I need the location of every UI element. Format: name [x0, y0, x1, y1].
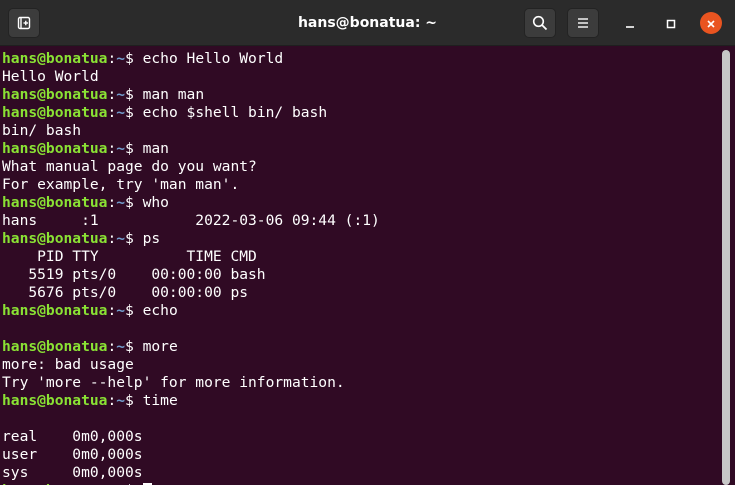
title-bar[interactable]: hans@bonatua: ~	[0, 0, 735, 46]
command-text: echo $shell bin/ bash	[142, 104, 328, 121]
prompt-symbol: $	[125, 194, 143, 211]
prompt-path: ~	[116, 338, 126, 355]
output-line: For example, try 'man man'.	[2, 176, 240, 193]
prompt-colon: :	[107, 104, 117, 121]
command-text: man man	[142, 86, 205, 103]
output-line: What manual page do you want?	[2, 158, 257, 175]
output-line: PID TTY TIME CMD	[2, 248, 257, 265]
command-line: hans@bonatua:~$ echo $shell bin/ bash	[2, 104, 718, 122]
prompt-path: ~	[116, 392, 126, 409]
output-line: real 0m0,000s	[2, 428, 143, 445]
command-line: hans@bonatua:~$ ps	[2, 230, 718, 248]
output-line: more: bad usage	[2, 356, 134, 373]
command-line: hans@bonatua:~$ echo	[2, 302, 718, 320]
command-text: more	[142, 338, 178, 355]
prompt-symbol: $	[125, 140, 143, 157]
command-line: hans@bonatua:~$ time	[2, 392, 718, 410]
output-line: hans :1 2022-03-06 09:44 (:1)	[2, 212, 380, 229]
search-button[interactable]	[524, 8, 556, 38]
prompt-path: ~	[116, 86, 126, 103]
output-line: sys 0m0,000s	[2, 464, 143, 481]
prompt-symbol: $	[125, 392, 143, 409]
command-text: echo Hello World	[142, 50, 284, 67]
scrollbar-thumb[interactable]	[722, 50, 730, 485]
maximize-button[interactable]	[660, 12, 682, 34]
command-text: echo	[142, 302, 178, 319]
command-text: time	[142, 392, 178, 409]
command-line: hans@bonatua:~$ man man	[2, 86, 718, 104]
command-line: hans@bonatua:~$ who	[2, 194, 718, 212]
prompt-user-host: hans@bonatua	[2, 338, 108, 355]
prompt-path: ~	[116, 104, 126, 121]
prompt-symbol: $	[125, 230, 143, 247]
output-line: 5519 pts/0 00:00:00 bash	[2, 266, 266, 283]
prompt-user-host: hans@bonatua	[2, 302, 108, 319]
prompt-path: ~	[116, 230, 126, 247]
prompt-colon: :	[107, 50, 117, 67]
prompt-user-host: hans@bonatua	[2, 194, 108, 211]
output-line: Hello World	[2, 68, 99, 85]
terminal-window: hans@bonatua: ~ hans@bonatua:~$ echo Hel…	[0, 0, 735, 485]
command-text: who	[142, 194, 169, 211]
prompt-colon: :	[107, 230, 117, 247]
menu-button[interactable]	[567, 8, 599, 38]
prompt-user-host: hans@bonatua	[2, 392, 108, 409]
prompt-user-host: hans@bonatua	[2, 230, 108, 247]
terminal-output[interactable]: hans@bonatua:~$ echo Hello World Hello Wo…	[2, 50, 718, 485]
minimize-icon	[625, 14, 635, 33]
prompt-symbol: $	[125, 50, 143, 67]
prompt-path: ~	[116, 302, 126, 319]
maximize-icon	[666, 14, 676, 33]
command-line: hans@bonatua:~$ man	[2, 140, 718, 158]
prompt-path: ~	[116, 194, 126, 211]
prompt-colon: :	[107, 302, 117, 319]
scrollbar[interactable]	[722, 50, 730, 485]
prompt-user-host: hans@bonatua	[2, 140, 108, 157]
command-text: man	[142, 140, 169, 157]
hamburger-menu-icon	[577, 17, 589, 29]
prompt-colon: :	[107, 140, 117, 157]
prompt-path: ~	[116, 140, 126, 157]
prompt-symbol: $	[125, 104, 143, 121]
prompt-colon: :	[107, 194, 117, 211]
prompt-symbol: $	[125, 338, 143, 355]
prompt-symbol: $	[125, 302, 143, 319]
output-line: user 0m0,000s	[2, 446, 143, 463]
command-line: hans@bonatua:~$ echo Hello World	[2, 50, 718, 68]
prompt-user-host: hans@bonatua	[2, 104, 108, 121]
command-line: hans@bonatua:~$ more	[2, 338, 718, 356]
prompt-user-host: hans@bonatua	[2, 50, 108, 67]
search-icon	[532, 15, 548, 31]
close-button[interactable]	[700, 12, 722, 34]
prompt-path: ~	[116, 50, 126, 67]
prompt-colon: :	[107, 338, 117, 355]
close-icon	[706, 14, 716, 33]
output-line: 5676 pts/0 00:00:00 ps	[2, 284, 249, 301]
prompt-symbol: $	[125, 86, 143, 103]
command-text: ps	[142, 230, 161, 247]
output-line: bin/ bash	[2, 122, 82, 139]
output-line: Try 'more --help' for more information.	[2, 374, 345, 391]
prompt-colon: :	[107, 392, 117, 409]
prompt-colon: :	[107, 86, 117, 103]
minimize-button[interactable]	[619, 12, 641, 34]
prompt-user-host: hans@bonatua	[2, 86, 108, 103]
